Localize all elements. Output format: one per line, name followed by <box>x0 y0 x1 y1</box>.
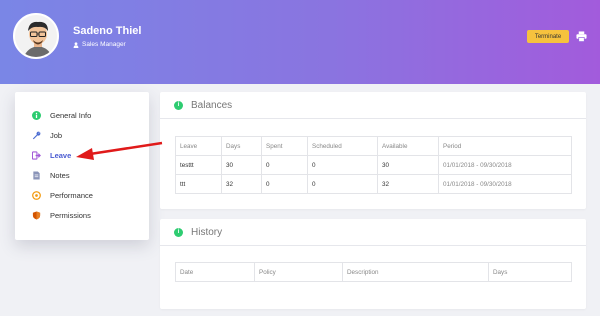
balances-card-header: i Balances <box>160 92 586 119</box>
performance-icon <box>31 190 41 200</box>
table-cell: 32 <box>377 174 439 194</box>
table-cell: 30 <box>377 155 439 175</box>
sidebar-item-permissions[interactable]: Permissions <box>31 208 91 222</box>
avatar-illustration <box>15 15 57 57</box>
info-icon: i <box>174 100 183 110</box>
history-card: i History Date Policy Description Days <box>160 219 586 309</box>
sidebar-item-label: General Info <box>50 110 92 120</box>
employee-role-label: Sales Manager <box>82 41 126 48</box>
column-header: Days <box>221 136 262 156</box>
balances-card: i Balances Leave Days Spent Scheduled Av… <box>160 92 586 209</box>
sidebar-item-label: Job <box>50 130 63 140</box>
avatar <box>13 13 59 59</box>
history-title: History <box>191 226 223 238</box>
balances-table: Leave Days Spent Scheduled Available Per… <box>175 136 572 194</box>
column-header: Description <box>342 262 489 282</box>
table-cell: 01/01/2018 - 09/30/2018 <box>438 174 572 194</box>
info-icon <box>31 110 41 120</box>
table-cell: testtt <box>175 155 222 175</box>
sidebar-item-general-info[interactable]: General Info <box>31 108 91 122</box>
sidebar-item-label: Permissions <box>50 210 91 220</box>
table-cell: 32 <box>221 174 262 194</box>
column-header: Policy <box>254 262 343 282</box>
column-header: Leave <box>175 136 222 156</box>
table-row: testtt 30 0 0 30 01/01/2018 - 09/30/2018 <box>175 155 572 175</box>
info-icon: i <box>174 227 183 237</box>
table-cell: 0 <box>261 174 308 194</box>
table-cell: 01/01/2018 - 09/30/2018 <box>438 155 572 175</box>
column-header: Available <box>377 136 439 156</box>
user-icon <box>73 41 79 48</box>
sidebar-item-leave[interactable]: Leave <box>31 148 71 162</box>
leave-icon <box>31 150 41 160</box>
sidebar-item-notes[interactable]: Notes <box>31 168 70 182</box>
column-header: Period <box>438 136 572 156</box>
wrench-icon <box>31 130 41 140</box>
history-table: Date Policy Description Days <box>175 262 572 282</box>
profile-header: Sadeno Thiel Sales Manager Terminate <box>0 0 600 84</box>
table-cell: 0 <box>307 155 378 175</box>
shield-icon <box>31 210 41 220</box>
sidebar-item-label: Leave <box>50 150 72 160</box>
sidebar-item-label: Notes <box>50 170 70 180</box>
print-icon[interactable] <box>576 31 587 42</box>
column-header: Spent <box>261 136 308 156</box>
table-cell: 30 <box>221 155 262 175</box>
employee-role: Sales Manager <box>73 41 126 48</box>
sidebar-item-performance[interactable]: Performance <box>31 188 93 202</box>
table-cell: ttt <box>175 174 222 194</box>
column-header: Scheduled <box>307 136 378 156</box>
terminate-button[interactable]: Terminate <box>527 30 569 43</box>
history-card-header: i History <box>160 219 586 246</box>
column-header: Date <box>175 262 255 282</box>
table-header-row: Date Policy Description Days <box>175 262 572 282</box>
note-icon <box>31 170 41 180</box>
balances-title: Balances <box>191 99 233 111</box>
column-header: Days <box>488 262 572 282</box>
sidebar-item-job[interactable]: Job <box>31 128 62 142</box>
table-cell: 0 <box>261 155 308 175</box>
sidebar-item-label: Performance <box>50 190 93 200</box>
profile-sidebar: General Info Job Leave Notes Performance… <box>15 92 149 240</box>
table-row: ttt 32 0 0 32 01/01/2018 - 09/30/2018 <box>175 174 572 194</box>
table-cell: 0 <box>307 174 378 194</box>
employee-name: Sadeno Thiel <box>73 25 142 37</box>
table-header-row: Leave Days Spent Scheduled Available Per… <box>175 136 572 156</box>
